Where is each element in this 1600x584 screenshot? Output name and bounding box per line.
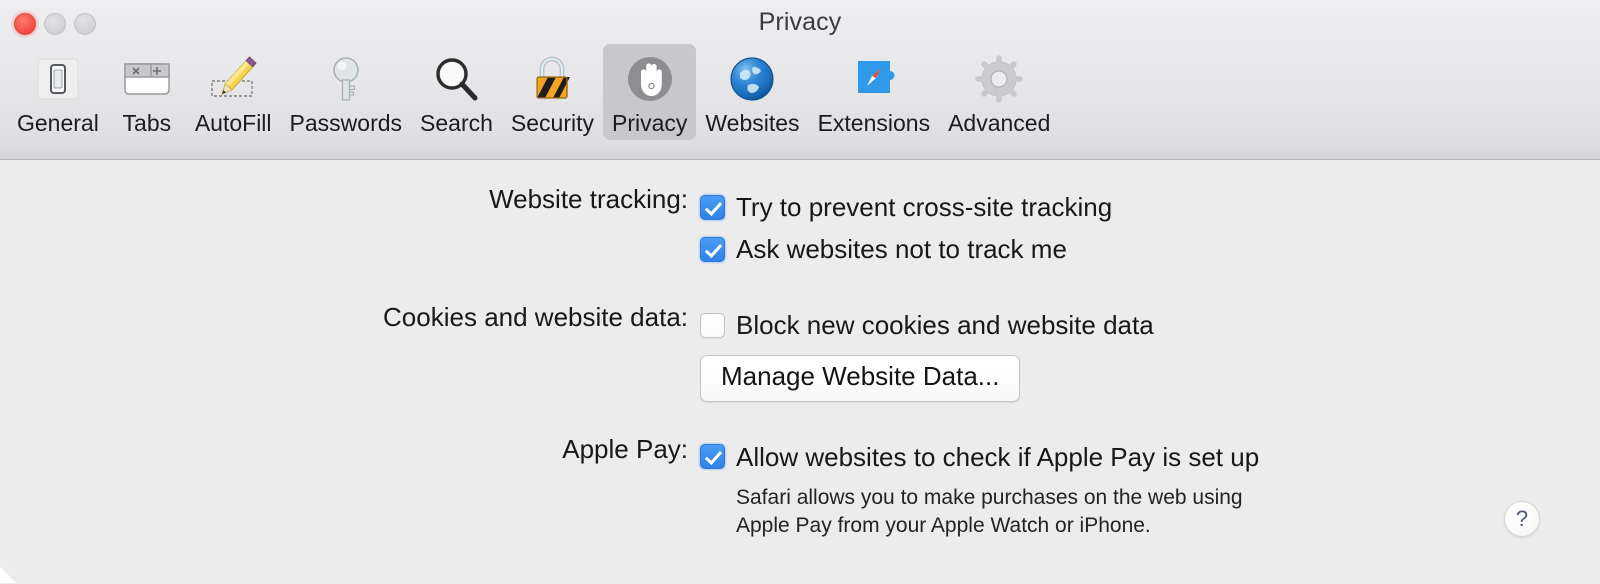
- padlock-icon: [523, 50, 581, 108]
- apple-pay-fields: Allow websites to check if Apple Pay is …: [700, 436, 1600, 541]
- checkbox-row-apple-pay[interactable]: Allow websites to check if Apple Pay is …: [700, 436, 1600, 478]
- toolbar-tab-websites[interactable]: Websites: [696, 44, 808, 140]
- apple-pay-label: Apple Pay:: [562, 433, 688, 464]
- checkbox-do-not-track[interactable]: [700, 236, 725, 262]
- toolbar-tab-privacy[interactable]: Privacy: [602, 44, 697, 141]
- apple-pay-description: Safari allows you to make purchases on t…: [736, 485, 1243, 538]
- toolbar-tab-label: Privacy: [611, 110, 688, 136]
- globe-icon: [723, 50, 781, 108]
- checkbox-allow-apple-pay-check[interactable]: [700, 444, 725, 470]
- toolbar-tab-security[interactable]: Security: [502, 44, 603, 140]
- window-title: Privacy: [758, 8, 842, 36]
- general-icon: [29, 50, 87, 108]
- autofill-pencil-icon: [204, 50, 262, 108]
- tabs-icon: [118, 50, 176, 108]
- toolbar-tab-label: Advanced: [948, 110, 1051, 136]
- preferences-toolbar: General Tabs AutoFill Passwords Search S…: [8, 44, 1059, 141]
- manage-website-data-button[interactable]: Manage Website Data...: [700, 355, 1021, 402]
- row-spacer: [0, 270, 1600, 304]
- toolbar-tab-autofill[interactable]: AutoFill: [186, 44, 281, 140]
- gear-icon: [970, 50, 1028, 108]
- toolbar-tab-label: AutoFill: [194, 110, 272, 136]
- toolbar-tab-label: Security: [510, 110, 594, 136]
- checkbox-label: Allow websites to check if Apple Pay is …: [736, 441, 1260, 472]
- checkbox-row-do-not-track[interactable]: Ask websites not to track me: [700, 228, 1600, 270]
- toolbar-tab-label: General: [17, 110, 99, 136]
- toolbar-tab-label: Tabs: [122, 110, 172, 136]
- toolbar-tab-tabs[interactable]: Tabs: [108, 44, 186, 140]
- setting-row-apple-pay: Apple Pay: Allow websites to check if Ap…: [0, 436, 1600, 541]
- checkbox-label: Try to prevent cross-site tracking: [736, 192, 1113, 222]
- toolbar-tab-extensions[interactable]: Extensions: [809, 44, 940, 140]
- toolbar-tab-advanced[interactable]: Advanced: [939, 44, 1059, 140]
- privacy-preferences-window: Privacy General Tabs AutoFill Passwords …: [0, 0, 1600, 584]
- checkbox-row-prevent-cross-site-tracking[interactable]: Try to prevent cross-site tracking: [700, 186, 1600, 228]
- toolbar-tab-label: Passwords: [289, 110, 403, 136]
- puzzle-compass-icon: [845, 50, 903, 108]
- help-button[interactable]: ?: [1504, 501, 1540, 537]
- setting-row-cookies: Cookies and website data: Block new cook…: [0, 304, 1600, 402]
- row-spacer: [0, 402, 1600, 436]
- cookies-fields: Block new cookies and website data Manag…: [700, 304, 1600, 402]
- key-icon: [317, 50, 375, 108]
- window-corner-artifact: [0, 567, 16, 583]
- question-mark-icon: ?: [1515, 506, 1529, 531]
- privacy-settings-panel: Website tracking: Try to prevent cross-s…: [0, 160, 1600, 583]
- checkbox-label: Block new cookies and website data: [736, 310, 1154, 340]
- checkbox-prevent-cross-site-tracking[interactable]: [700, 194, 725, 220]
- toolbar-tab-search[interactable]: Search: [411, 44, 502, 140]
- toolbar-tab-label: Websites: [705, 110, 800, 136]
- checkbox-block-new-cookies[interactable]: [700, 312, 725, 338]
- website-tracking-label: Website tracking:: [489, 184, 688, 214]
- setting-row-website-tracking: Website tracking: Try to prevent cross-s…: [0, 186, 1600, 270]
- magnifier-icon: [427, 50, 485, 108]
- website-tracking-fields: Try to prevent cross-site tracking Ask w…: [700, 186, 1600, 270]
- toolbar-tab-label: Search: [420, 110, 493, 136]
- cookies-label: Cookies and website data:: [383, 302, 688, 332]
- toolbar-tab-label: Extensions: [817, 110, 931, 136]
- titlebar-and-toolbar: Privacy General Tabs AutoFill Passwords …: [0, 0, 1600, 160]
- checkbox-label: Ask websites not to track me: [736, 234, 1067, 264]
- checkbox-row-block-cookies[interactable]: Block new cookies and website data: [700, 304, 1600, 346]
- settings-rows: Website tracking: Try to prevent cross-s…: [0, 186, 1600, 541]
- hand-icon: [621, 50, 679, 108]
- toolbar-tab-general[interactable]: General: [8, 44, 108, 140]
- toolbar-tab-passwords[interactable]: Passwords: [281, 44, 411, 140]
